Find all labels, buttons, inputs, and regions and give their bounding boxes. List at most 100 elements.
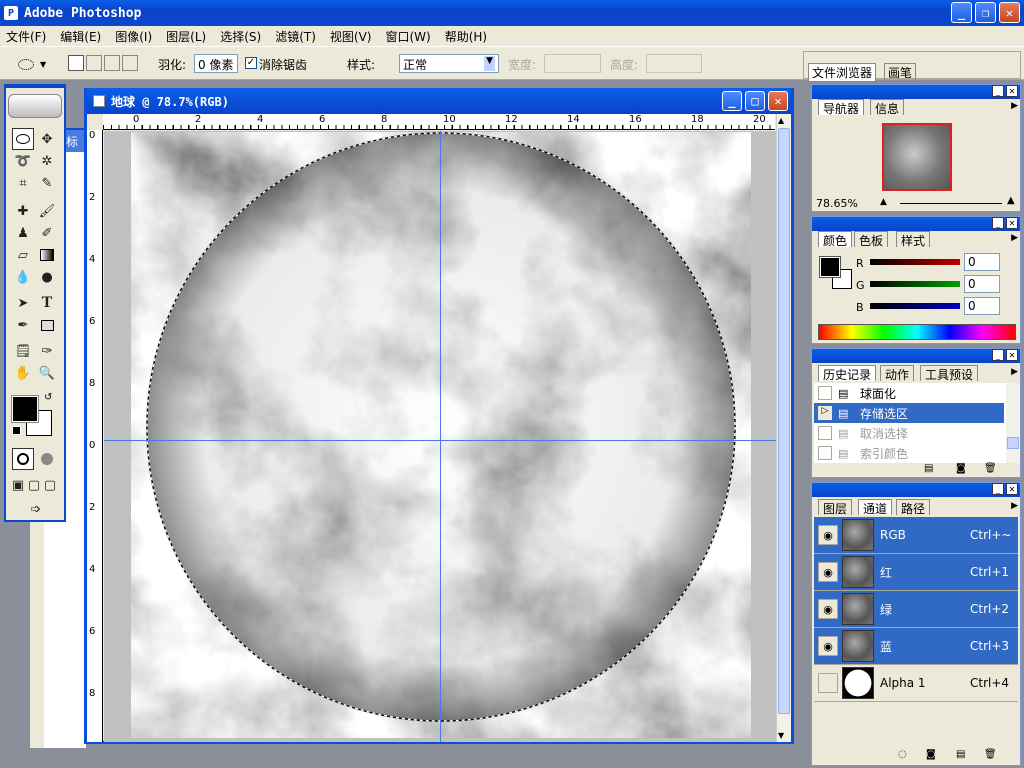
horizontal-guide[interactable] xyxy=(104,440,776,441)
tab-color[interactable]: 颜色 xyxy=(818,231,853,248)
tab-channels[interactable]: 通道 xyxy=(858,499,893,516)
panel-minimize-button[interactable]: _ xyxy=(992,217,1004,229)
panel-minimize-button[interactable]: _ xyxy=(992,85,1004,97)
eye-icon[interactable]: ◉ xyxy=(818,525,838,545)
channel-row-green[interactable]: ◉ 绿 Ctrl+2 xyxy=(814,591,1018,628)
blue-slider[interactable] xyxy=(870,303,960,309)
gradient-tool-icon[interactable] xyxy=(36,244,58,266)
restore-button[interactable]: ❐ xyxy=(975,2,996,23)
zoom-slider[interactable] xyxy=(900,203,1002,204)
channel-row-alpha[interactable]: Alpha 1 Ctrl+4 xyxy=(814,665,1018,702)
red-slider[interactable] xyxy=(870,259,960,265)
notes-tool-icon[interactable]: 🗒 xyxy=(12,340,34,362)
add-selection-icon[interactable] xyxy=(86,55,102,71)
tab-tool-presets[interactable]: 工具预设 xyxy=(920,365,979,382)
slice-tool-icon[interactable]: ✎ xyxy=(36,172,58,194)
channel-row-red[interactable]: ◉ 红 Ctrl+1 xyxy=(814,554,1018,591)
eye-icon[interactable]: ◉ xyxy=(818,562,838,582)
new-selection-icon[interactable] xyxy=(68,55,84,71)
blur-tool-icon[interactable]: 💧 xyxy=(12,266,34,288)
lasso-tool-icon[interactable]: ➰ xyxy=(12,150,34,172)
panel-close-button[interactable]: ✕ xyxy=(1006,349,1018,361)
type-tool-icon[interactable]: T xyxy=(36,292,58,314)
document-close-button[interactable]: ✕ xyxy=(768,91,788,111)
menu-image[interactable]: 图像(I) xyxy=(115,28,152,45)
menu-file[interactable]: 文件(F) xyxy=(6,28,46,45)
save-selection-as-channel-icon[interactable]: ◙ xyxy=(926,749,936,760)
standard-screen-mode-icon[interactable]: ▣ xyxy=(10,474,26,496)
tab-styles[interactable]: 样式 xyxy=(896,231,931,248)
history-brush-tool-icon[interactable]: ✐ xyxy=(36,222,58,244)
load-channel-as-selection-icon[interactable]: ◌ xyxy=(898,749,907,760)
scroll-down-icon[interactable]: ▼ xyxy=(778,731,784,740)
new-snapshot-icon[interactable]: ◙ xyxy=(956,463,966,474)
color-spectrum-bar[interactable] xyxy=(818,324,1016,340)
menu-select[interactable]: 选择(S) xyxy=(220,28,261,45)
full-screen-menu-mode-icon[interactable]: ▢ xyxy=(26,474,42,496)
menu-window[interactable]: 窗口(W) xyxy=(385,28,430,45)
document-minimize-button[interactable]: _ xyxy=(722,91,742,111)
tab-layers[interactable]: 图层 xyxy=(818,499,853,516)
panel-menu-icon[interactable]: ▶ xyxy=(1011,233,1018,243)
standard-mode-icon[interactable] xyxy=(12,448,34,470)
menu-filter[interactable]: 滤镜(T) xyxy=(275,28,316,45)
zoom-in-icon[interactable]: ▲ xyxy=(1007,195,1015,206)
tab-navigator[interactable]: 导航器 xyxy=(818,99,865,116)
tab-actions[interactable]: 动作 xyxy=(880,365,915,382)
full-screen-mode-icon[interactable]: ▢ xyxy=(42,474,58,496)
shape-tool-icon[interactable] xyxy=(36,314,58,336)
tab-paths[interactable]: 路径 xyxy=(896,499,931,516)
panel-menu-icon[interactable]: ▶ xyxy=(1011,501,1018,511)
menu-view[interactable]: 视图(V) xyxy=(330,28,372,45)
healing-brush-tool-icon[interactable]: ✚ xyxy=(12,200,34,222)
subtract-selection-icon[interactable] xyxy=(104,55,120,71)
green-slider[interactable] xyxy=(870,281,960,287)
magic-wand-tool-icon[interactable]: ✲ xyxy=(36,150,58,172)
zoom-out-icon[interactable]: ▲ xyxy=(880,197,887,207)
horizontal-ruler[interactable]: 0 2 4 6 8 10 12 14 16 18 20 xyxy=(103,114,775,130)
history-state-selected[interactable]: ▷ ▤ 存储选区 xyxy=(814,403,1004,423)
color-foreground-swatch[interactable] xyxy=(819,256,841,278)
vertical-scrollbar[interactable]: ▲ ▼ xyxy=(776,114,791,742)
image-canvas[interactable] xyxy=(131,132,751,738)
tool-preset-picker[interactable]: ▼ xyxy=(18,55,56,73)
channel-row-rgb[interactable]: ◉ RGB Ctrl+~ xyxy=(814,517,1018,554)
crop-tool-icon[interactable]: ⌗ xyxy=(12,172,34,194)
palette-well-tab-brushes[interactable]: 画笔 xyxy=(884,63,917,82)
panel-minimize-button[interactable]: _ xyxy=(992,349,1004,361)
blue-value-input[interactable]: 0 xyxy=(964,297,1000,315)
zoom-tool-icon[interactable]: 🔍 xyxy=(36,362,58,384)
tab-swatches[interactable]: 色板 xyxy=(854,231,889,248)
new-document-from-state-icon[interactable]: ▤ xyxy=(924,463,933,474)
eye-icon[interactable]: ◉ xyxy=(818,599,838,619)
channel-row-blue[interactable]: ◉ 蓝 Ctrl+3 xyxy=(814,628,1018,665)
path-selection-tool-icon[interactable]: ➤ xyxy=(12,292,34,314)
jump-to-imageready-icon[interactable]: ➩ xyxy=(22,498,50,520)
quick-mask-mode-icon[interactable] xyxy=(36,448,58,470)
eye-icon[interactable] xyxy=(818,673,838,693)
vertical-guide[interactable] xyxy=(440,131,441,742)
history-scrollbar[interactable] xyxy=(1006,383,1020,463)
intersect-selection-icon[interactable] xyxy=(122,55,138,71)
history-state[interactable]: ▤ 取消选择 xyxy=(814,423,1004,443)
menu-edit[interactable]: 编辑(E) xyxy=(60,28,101,45)
panel-close-button[interactable]: ✕ xyxy=(1006,217,1018,229)
style-select[interactable]: 正常 ▼ xyxy=(399,54,499,73)
document-maximize-button[interactable]: □ xyxy=(745,91,765,111)
close-button[interactable]: ✕ xyxy=(999,2,1020,23)
green-value-input[interactable]: 0 xyxy=(964,275,1000,293)
scroll-thumb[interactable] xyxy=(778,128,790,714)
trash-icon[interactable]: 🗑 xyxy=(984,749,997,760)
navigator-thumbnail[interactable] xyxy=(882,123,952,191)
foreground-color-swatch[interactable] xyxy=(11,395,39,423)
red-value-input[interactable]: 0 xyxy=(964,253,1000,271)
dodge-tool-icon[interactable]: ● xyxy=(36,266,58,288)
brush-tool-icon[interactable]: 🖌 xyxy=(36,200,58,222)
navigator-zoom-value[interactable]: 78.65% xyxy=(816,197,858,210)
default-colors-icon[interactable] xyxy=(12,426,21,435)
panel-close-button[interactable]: ✕ xyxy=(1006,483,1018,495)
antialias-checkbox[interactable]: ✓ xyxy=(245,57,257,69)
history-state[interactable]: ▤ 索引颜色 xyxy=(814,443,1004,463)
eye-icon[interactable]: ◉ xyxy=(818,636,838,656)
hand-tool-icon[interactable]: ✋ xyxy=(12,362,34,384)
